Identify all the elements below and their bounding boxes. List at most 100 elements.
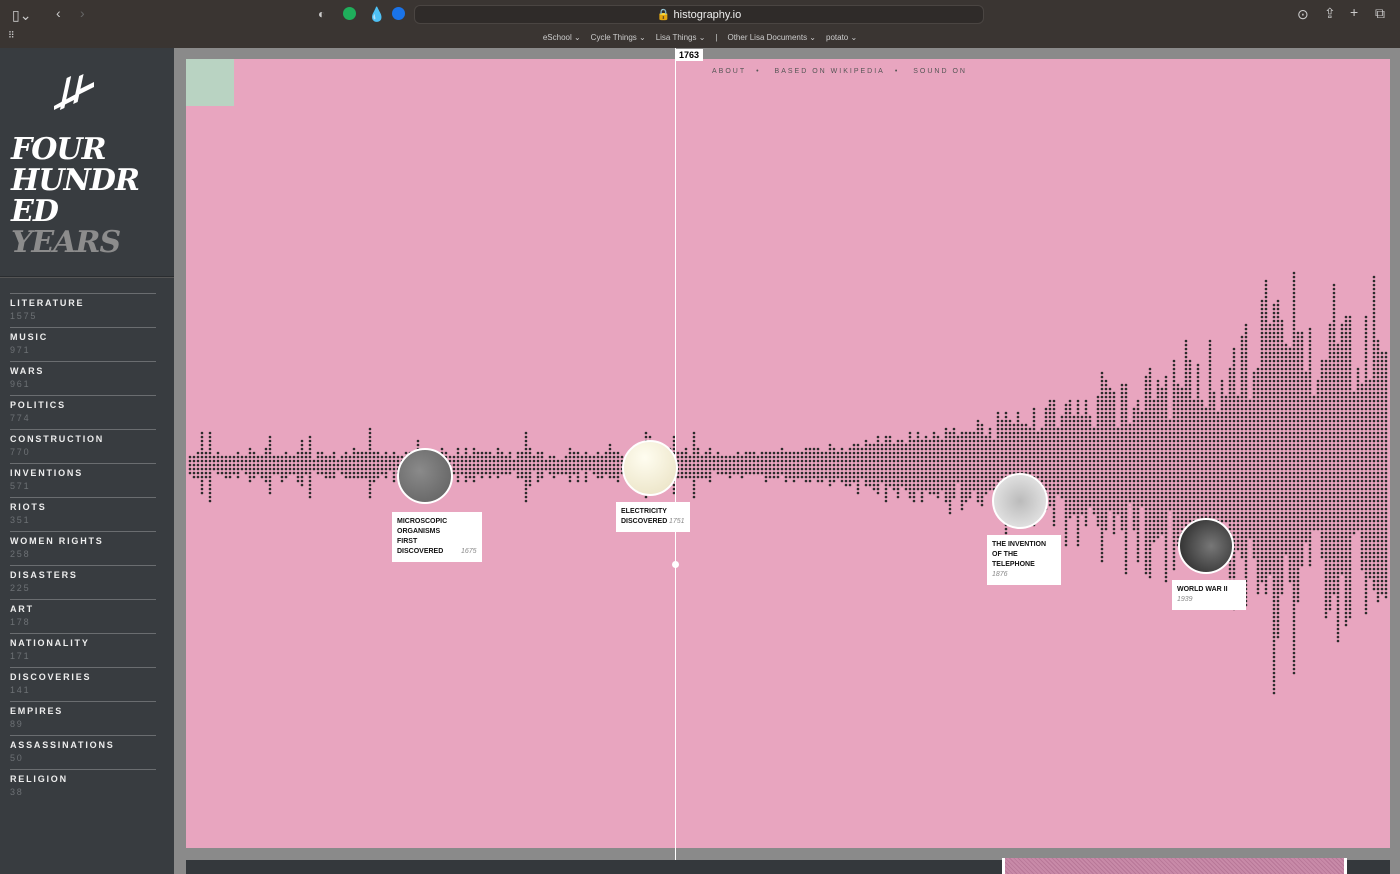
event-dot[interactable]: [680, 459, 684, 463]
event-dot[interactable]: [964, 491, 968, 495]
event-dot[interactable]: [1164, 535, 1168, 539]
event-dot[interactable]: [532, 463, 536, 467]
event-dot[interactable]: [1000, 435, 1004, 439]
event-dot[interactable]: [872, 443, 876, 447]
event-dot[interactable]: [480, 463, 484, 467]
event-dot[interactable]: [988, 435, 992, 439]
event-dot[interactable]: [1072, 451, 1076, 455]
event-dot[interactable]: [1248, 459, 1252, 463]
event-dot[interactable]: [1176, 443, 1180, 447]
event-dot[interactable]: [568, 467, 572, 471]
event-dot[interactable]: [224, 455, 228, 459]
event-dot[interactable]: [1128, 479, 1132, 483]
event-dot[interactable]: [1084, 407, 1088, 411]
event-dot[interactable]: [236, 455, 240, 459]
event-dot[interactable]: [1240, 399, 1244, 403]
event-dot[interactable]: [780, 471, 784, 475]
event-dot[interactable]: [1176, 503, 1180, 507]
event-dot[interactable]: [1120, 407, 1124, 411]
event-dot[interactable]: [1256, 471, 1260, 475]
event-dot[interactable]: [1272, 579, 1276, 583]
event-dot[interactable]: [456, 475, 460, 479]
event-dot[interactable]: [1088, 431, 1092, 435]
event-dot[interactable]: [744, 467, 748, 471]
event-dot[interactable]: [1184, 443, 1188, 447]
event-dot[interactable]: [1264, 331, 1268, 335]
event-dot[interactable]: [996, 467, 1000, 471]
event-dot[interactable]: [1220, 459, 1224, 463]
event-dot[interactable]: [988, 455, 992, 459]
event-dot[interactable]: [1124, 523, 1128, 527]
event-dot[interactable]: [1084, 403, 1088, 407]
event-dot[interactable]: [796, 467, 800, 471]
event-dot[interactable]: [812, 447, 816, 451]
event-dot[interactable]: [1216, 447, 1220, 451]
event-dot[interactable]: [372, 471, 376, 475]
event-dot[interactable]: [1204, 447, 1208, 451]
event-dot[interactable]: [1148, 371, 1152, 375]
event-dot[interactable]: [1296, 451, 1300, 455]
event-dot[interactable]: [1292, 583, 1296, 587]
event-dot[interactable]: [1144, 387, 1148, 391]
event-dot[interactable]: [1196, 451, 1200, 455]
event-dot[interactable]: [280, 459, 284, 463]
event-dot[interactable]: [1280, 467, 1284, 471]
event-dot[interactable]: [592, 463, 596, 467]
event-dot[interactable]: [1292, 659, 1296, 663]
event-dot[interactable]: [1124, 475, 1128, 479]
event-dot[interactable]: [1272, 575, 1276, 579]
event-dot[interactable]: [1272, 411, 1276, 415]
event-dot[interactable]: [1208, 351, 1212, 355]
event-dot[interactable]: [1064, 507, 1068, 511]
event-dot[interactable]: [508, 459, 512, 463]
event-dot[interactable]: [1260, 351, 1264, 355]
event-dot[interactable]: [1156, 507, 1160, 511]
event-dot[interactable]: [1124, 571, 1128, 575]
event-dot[interactable]: [984, 455, 988, 459]
event-dot[interactable]: [1144, 443, 1148, 447]
event-dot[interactable]: [1208, 503, 1212, 507]
event-dot[interactable]: [1256, 395, 1260, 399]
event-dot[interactable]: [1072, 483, 1076, 487]
event-dot[interactable]: [1264, 371, 1268, 375]
event-dot[interactable]: [1060, 463, 1064, 467]
event-dot[interactable]: [1152, 403, 1156, 407]
event-dot[interactable]: [1296, 331, 1300, 335]
event-dot[interactable]: [288, 463, 292, 467]
event-dot[interactable]: [264, 467, 268, 471]
event-dot[interactable]: [1272, 311, 1276, 315]
event-dot[interactable]: [1132, 431, 1136, 435]
event-dot[interactable]: [1276, 339, 1280, 343]
event-dot[interactable]: [1044, 447, 1048, 451]
event-dot[interactable]: [1272, 547, 1276, 551]
event-dot[interactable]: [944, 439, 948, 443]
event-dot[interactable]: [1216, 507, 1220, 511]
event-dot[interactable]: [760, 467, 764, 471]
event-dot[interactable]: [944, 467, 948, 471]
event-dot[interactable]: [1040, 435, 1044, 439]
event-dot[interactable]: [1028, 451, 1032, 455]
event-dot[interactable]: [700, 459, 704, 463]
event-dot[interactable]: [1188, 459, 1192, 463]
event-dot[interactable]: [1224, 395, 1228, 399]
event-dot[interactable]: [304, 463, 308, 467]
event-dot[interactable]: [188, 459, 192, 463]
event-dot[interactable]: [1252, 395, 1256, 399]
event-dot[interactable]: [1144, 395, 1148, 399]
event-dot[interactable]: [1128, 463, 1132, 467]
event-dot[interactable]: [1104, 431, 1108, 435]
event-dot[interactable]: [1052, 419, 1056, 423]
event-dot[interactable]: [208, 487, 212, 491]
event-dot[interactable]: [1300, 459, 1304, 463]
event-dot[interactable]: [760, 459, 764, 463]
event-dot[interactable]: [1284, 511, 1288, 515]
event-dot[interactable]: [1264, 427, 1268, 431]
event-dot[interactable]: [1216, 495, 1220, 499]
event-dot[interactable]: [280, 467, 284, 471]
event-dot[interactable]: [1216, 451, 1220, 455]
event-dot[interactable]: [1308, 331, 1312, 335]
event-dot[interactable]: [1052, 523, 1056, 527]
event-dot[interactable]: [1080, 467, 1084, 471]
event-dot[interactable]: [1032, 447, 1036, 451]
event-dot[interactable]: [1228, 419, 1232, 423]
